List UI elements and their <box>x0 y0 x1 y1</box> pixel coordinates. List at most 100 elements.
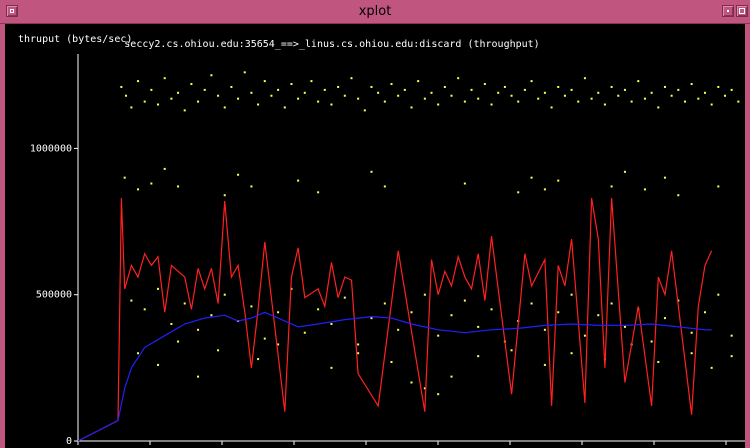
throughput-point <box>363 109 366 112</box>
throughput-point <box>677 88 680 91</box>
throughput-point <box>243 71 246 74</box>
throughput-point <box>463 299 466 302</box>
throughput-point <box>383 302 386 305</box>
throughput-point <box>557 311 560 314</box>
average-throughput-line <box>77 311 712 442</box>
throughput-point <box>330 366 333 369</box>
throughput-point <box>443 85 446 88</box>
throughput-point <box>610 185 613 188</box>
throughput-point <box>683 100 686 103</box>
throughput-point <box>623 88 626 91</box>
throughput-point <box>477 355 480 358</box>
throughput-point <box>543 363 546 366</box>
throughput-point <box>570 88 573 91</box>
throughput-point <box>337 85 340 88</box>
y-tick-label: 500000 <box>36 290 72 301</box>
throughput-point <box>120 85 123 88</box>
throughput-point <box>203 88 206 91</box>
xplot-window: xplot thruput (bytes/sec) seccy2.cs.ohio… <box>0 0 750 448</box>
throughput-point <box>190 83 193 86</box>
throughput-point <box>423 97 426 100</box>
data-points <box>120 71 740 396</box>
throughput-point <box>543 188 546 191</box>
throughput-point <box>410 106 413 109</box>
throughput-point <box>210 314 213 317</box>
throughput-point <box>177 340 180 343</box>
throughput-point <box>583 334 586 337</box>
window-border-right[interactable] <box>745 24 750 448</box>
throughput-point <box>370 317 373 320</box>
throughput-point <box>477 325 480 328</box>
throughput-point <box>390 83 393 86</box>
throughput-point <box>223 293 226 296</box>
throughput-point <box>423 293 426 296</box>
throughput-point <box>517 191 520 194</box>
throughput-point <box>137 80 140 83</box>
throughput-point <box>330 103 333 106</box>
throughput-point <box>463 182 466 185</box>
throughput-point <box>703 311 706 314</box>
throughput-point <box>283 106 286 109</box>
maximize-icon <box>739 8 745 14</box>
throughput-point <box>737 100 740 103</box>
throughput-point <box>330 322 333 325</box>
throughput-plot[interactable]: thruput (bytes/sec) seccy2.cs.ohiou.edu:… <box>5 24 745 448</box>
throughput-point <box>177 91 180 94</box>
throughput-point <box>130 299 133 302</box>
throughput-point <box>370 170 373 173</box>
throughput-point <box>257 103 260 106</box>
throughput-point <box>597 91 600 94</box>
throughput-point <box>510 94 513 97</box>
throughput-point <box>437 103 440 106</box>
throughput-point <box>637 80 640 83</box>
throughput-point <box>143 100 146 103</box>
throughput-point <box>357 352 360 355</box>
throughput-point <box>517 100 520 103</box>
y-tick-label: 1000000 <box>30 143 72 154</box>
throughput-point <box>323 88 326 91</box>
throughput-point <box>630 100 633 103</box>
throughput-point <box>303 331 306 334</box>
throughput-point <box>550 106 553 109</box>
throughput-point <box>597 314 600 317</box>
throughput-point <box>663 317 666 320</box>
throughput-point <box>557 179 560 182</box>
throughput-point <box>183 109 186 112</box>
window-title: xplot <box>358 4 392 19</box>
throughput-point <box>317 308 320 311</box>
throughput-point <box>697 97 700 100</box>
maximize-button[interactable] <box>736 5 748 17</box>
throughput-point <box>125 94 128 97</box>
throughput-point <box>217 349 220 352</box>
throughput-point <box>570 293 573 296</box>
throughput-point <box>690 83 693 86</box>
throughput-point <box>450 94 453 97</box>
throughput-point <box>537 97 540 100</box>
throughput-point <box>583 77 586 80</box>
throughput-point <box>163 167 166 170</box>
throughput-point <box>477 97 480 100</box>
plot-title: seccy2.cs.ohiou.edu:35654_==>_linus.cs.o… <box>124 39 539 50</box>
title-bar[interactable]: xplot <box>0 0 750 24</box>
throughput-point <box>410 311 413 314</box>
minimize-button[interactable] <box>722 5 734 17</box>
throughput-point <box>343 296 346 299</box>
throughput-point <box>210 74 213 77</box>
throughput-point <box>577 100 580 103</box>
throughput-point <box>723 94 726 97</box>
throughput-point <box>170 97 173 100</box>
throughput-point <box>610 85 613 88</box>
throughput-point <box>137 188 140 191</box>
throughput-point <box>297 97 300 100</box>
throughput-point <box>310 80 313 83</box>
throughput-point <box>123 176 126 179</box>
throughput-point <box>417 80 420 83</box>
throughput-point <box>250 305 253 308</box>
throughput-point <box>143 308 146 311</box>
throughput-point <box>563 94 566 97</box>
throughput-point <box>457 77 460 80</box>
throughput-point <box>670 94 673 97</box>
throughput-point <box>383 100 386 103</box>
throughput-point <box>130 106 133 109</box>
throughput-point <box>623 170 626 173</box>
